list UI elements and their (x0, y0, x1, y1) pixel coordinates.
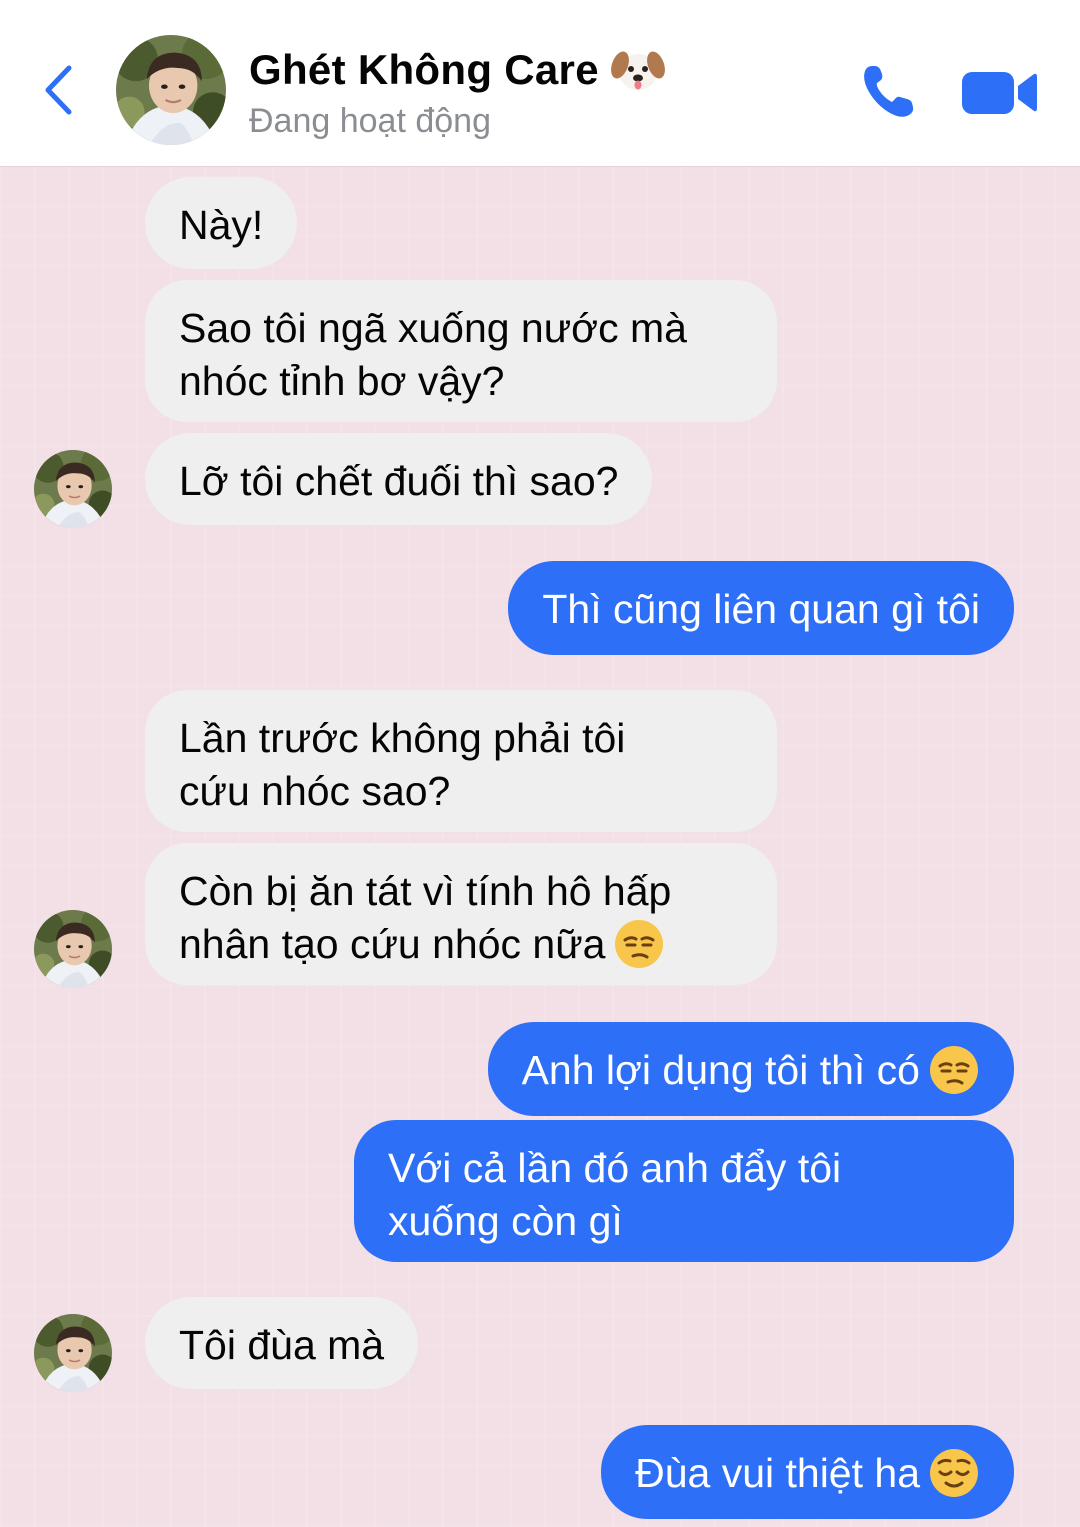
message-text: cứu nhóc sao? (179, 768, 451, 814)
message-list[interactable]: Này! Sao tôi ngã xuống nước mà nhóc tỉnh… (0, 167, 1080, 1527)
message-text: Sao tôi ngã xuống nước mà (179, 305, 687, 351)
voice-call-button[interactable] (856, 58, 922, 124)
message-text: xuống còn gì (388, 1198, 623, 1244)
relieved-face-emoji (930, 1449, 978, 1497)
message-text: Này! (179, 202, 264, 248)
contact-title[interactable]: Ghét Không Care (249, 42, 665, 98)
outgoing-message[interactable]: Thì cũng liên quan gì tôi (508, 561, 1014, 655)
message-text: Còn bị ăn tát vì tính hô hấp (179, 868, 672, 914)
contact-name: Ghét Không Care (249, 46, 599, 93)
video-camera-icon (962, 72, 1037, 114)
outgoing-message[interactable]: Anh lợi dụng tôi thì có (487, 1022, 1014, 1116)
chevron-left-icon (45, 65, 72, 115)
back-button[interactable] (36, 60, 80, 120)
active-status: Đang hoạt động (249, 102, 491, 140)
outgoing-message[interactable]: Với cả lần đó anh đẩy tôi xuống còn gì (354, 1120, 1014, 1262)
incoming-message[interactable]: Sao tôi ngã xuống nước mà nhóc tỉnh bơ v… (145, 280, 777, 422)
message-text: Thì cũng liên quan gì tôi (542, 586, 980, 632)
message-text: Anh lợi dụng tôi thì có (521, 1047, 920, 1093)
chat-header: Ghét Không Care Đang hoạt động (0, 0, 1080, 167)
incoming-message[interactable]: Lần trước không phải tôi cứu nhóc sao? (145, 690, 777, 832)
message-text: Lỡ tôi chết đuối thì sao? (179, 458, 619, 504)
incoming-message[interactable]: Này! (145, 177, 298, 269)
message-text: Tôi đùa mà (179, 1322, 385, 1368)
contact-avatar-small[interactable] (34, 450, 112, 528)
contact-avatar[interactable] (116, 35, 226, 145)
message-text: Lần trước không phải tôi (179, 715, 626, 761)
incoming-message[interactable]: Lỡ tôi chết đuối thì sao? (145, 433, 653, 525)
message-text: Đùa vui thiệt ha (635, 1450, 920, 1496)
incoming-message[interactable]: Còn bị ăn tát vì tính hô hấp nhân tạo cứ… (145, 843, 777, 985)
message-text: nhóc tỉnh bơ vậy? (179, 358, 505, 404)
contact-avatar-small[interactable] (34, 910, 112, 988)
message-text: nhân tạo cứu nhóc nữa (179, 921, 606, 967)
unamused-face-emoji (615, 920, 664, 968)
video-call-button[interactable] (958, 62, 1040, 122)
message-text: Với cả lần đó anh đẩy tôi (388, 1145, 842, 1191)
incoming-message[interactable]: Tôi đùa mà (145, 1297, 419, 1389)
phone-icon (864, 66, 914, 117)
contact-avatar-small[interactable] (34, 1314, 112, 1392)
outgoing-message[interactable]: Đùa vui thiệt ha (601, 1425, 1014, 1519)
dog-face-emoji (610, 51, 665, 90)
unamused-face-emoji (930, 1046, 978, 1094)
